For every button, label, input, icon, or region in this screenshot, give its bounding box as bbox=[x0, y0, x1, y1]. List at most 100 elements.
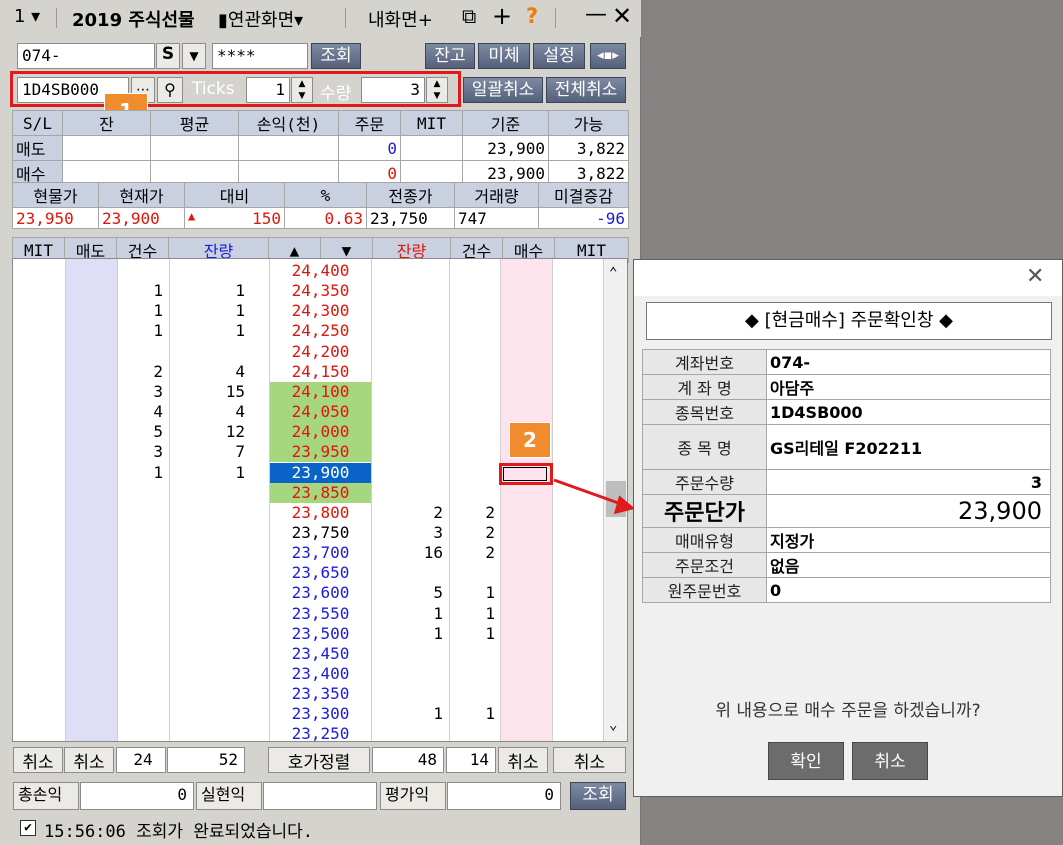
position-cell bbox=[62, 135, 151, 161]
confirm-button[interactable]: 확인 bbox=[768, 742, 844, 780]
order-book-row: 23,450 bbox=[13, 644, 603, 664]
price-cell[interactable]: 24,250 bbox=[270, 321, 371, 341]
sell-quantity bbox=[169, 644, 245, 664]
price-cell[interactable]: 23,500 bbox=[270, 624, 371, 644]
buy-quantity bbox=[371, 442, 443, 462]
sell-quantity bbox=[169, 583, 245, 603]
quantity-input[interactable]: 3 bbox=[361, 77, 425, 103]
sell-count bbox=[117, 624, 163, 644]
search-icon[interactable]: ⚲ bbox=[157, 77, 183, 103]
price-cell[interactable]: 23,600 bbox=[270, 583, 371, 603]
order-book-row: 3 15 24,100 bbox=[13, 381, 603, 402]
price-cell[interactable]: 23,550 bbox=[270, 604, 371, 624]
position-base: 23,900 bbox=[462, 135, 549, 161]
price-cell[interactable]: 23,900 bbox=[270, 462, 371, 483]
price-cell[interactable]: 23,850 bbox=[270, 482, 371, 503]
order-book-row: 23,500 1 1 bbox=[13, 624, 603, 644]
position-table: S/L 잔 평균 손익(천) 주문 MIT 기준 가능 매도 0 23,900 3,822 매수 0 2… bbox=[12, 110, 629, 186]
add-icon[interactable]: + bbox=[492, 2, 512, 30]
price-cell[interactable]: 24,400 bbox=[270, 261, 371, 281]
sell-quantity bbox=[169, 704, 245, 724]
cancel-buy-mit-button[interactable]: 취소 bbox=[553, 747, 626, 773]
order-book-row: 1 1 24,350 bbox=[13, 281, 603, 301]
position-mit bbox=[400, 135, 463, 161]
quantity-stepper[interactable]: ▲ ▼ bbox=[426, 77, 448, 103]
price-cell[interactable]: 24,350 bbox=[270, 281, 371, 301]
expand-icon[interactable]: ◂▪▸ bbox=[590, 43, 626, 69]
status-message: 15:56:06 조회가 완료되었습니다. bbox=[44, 822, 313, 842]
quote-header: 전종가 bbox=[366, 182, 455, 208]
pnl-inquiry-button[interactable]: 조회 bbox=[570, 782, 626, 810]
total-pnl-label: 총손익 bbox=[13, 782, 79, 810]
position-header: 주문 bbox=[338, 110, 401, 136]
buy-quantity: 3 bbox=[433, 522, 443, 542]
cancel-sell-mit-button[interactable]: 취소 bbox=[13, 747, 63, 773]
price-cell[interactable]: 23,750 bbox=[270, 523, 371, 543]
menu-number[interactable]: 1 ▾ bbox=[14, 6, 40, 27]
sell-quantity: 15 bbox=[225, 381, 245, 401]
price-cell[interactable]: 24,200 bbox=[270, 342, 371, 362]
balance-button[interactable]: 잔고 bbox=[425, 43, 475, 69]
confirm-question: 위 내용으로 매수 주문을 하겠습니까? bbox=[715, 701, 981, 721]
price-cell[interactable]: 24,050 bbox=[270, 402, 371, 423]
order-book-row: 2 4 24,150 bbox=[13, 362, 603, 382]
scroll-up-icon[interactable]: ⌃ bbox=[609, 265, 617, 281]
sell-quantity bbox=[169, 503, 245, 523]
price-cell[interactable]: 23,450 bbox=[270, 644, 371, 664]
price-cell[interactable]: 23,350 bbox=[270, 684, 371, 704]
price-cell[interactable]: 24,000 bbox=[270, 422, 371, 443]
sort-quotes-button[interactable]: 호가정렬 bbox=[268, 747, 370, 773]
price-cell[interactable]: 23,700 bbox=[270, 543, 371, 563]
cancel-buy-button[interactable]: 취소 bbox=[498, 747, 548, 773]
account-input[interactable]: 074- bbox=[17, 43, 155, 69]
price-cell[interactable]: 23,650 bbox=[270, 563, 371, 583]
order-confirm-dialog: ✕ ◆ [현금매수] 주문확인창 ◆ 계좌번호 074- 계 좌 명 아담주 종목번호 1… bbox=[633, 259, 1063, 797]
price-cell[interactable]: 24,100 bbox=[270, 381, 371, 402]
price-cell[interactable]: 23,800 bbox=[270, 503, 371, 523]
dialog-close-icon[interactable]: ✕ bbox=[1026, 264, 1044, 289]
sell-count bbox=[117, 704, 163, 724]
confirm-label: 종목번호 bbox=[642, 399, 767, 425]
password-input[interactable]: **** bbox=[212, 43, 308, 69]
order-book-row: 23,550 1 1 bbox=[13, 604, 603, 624]
confirm-label: 주문단가 bbox=[642, 494, 767, 528]
price-cell[interactable]: 24,300 bbox=[270, 301, 371, 321]
realized-pnl-label: 실현익 bbox=[196, 782, 262, 810]
buy-count: 1 bbox=[485, 603, 495, 623]
confirm-row: 주문조건 없음 bbox=[642, 552, 1051, 578]
ticks-input[interactable]: 1 bbox=[246, 77, 290, 103]
cancel-all-button[interactable]: 전체취소 bbox=[546, 77, 626, 103]
minimize-icon[interactable]: — bbox=[585, 2, 607, 27]
sell-count: 1 bbox=[153, 301, 163, 321]
sell-count-total: 24 bbox=[116, 747, 166, 773]
position-header: S/L bbox=[12, 110, 63, 136]
sell-count bbox=[117, 664, 163, 684]
buy-quantity bbox=[371, 362, 443, 382]
inquiry-button[interactable]: 조회 bbox=[311, 43, 361, 69]
scroll-down-icon[interactable]: ⌄ bbox=[609, 717, 617, 733]
sell-quantity bbox=[169, 604, 245, 624]
settings-button[interactable]: 설정 bbox=[533, 43, 585, 69]
buy-count bbox=[449, 724, 495, 741]
cancel-sell-button[interactable]: 취소 bbox=[64, 747, 114, 773]
account-dropdown-icon[interactable]: ▼ bbox=[182, 43, 206, 69]
cancel-batch-button[interactable]: 일괄취소 bbox=[463, 77, 543, 103]
confirm-row: 계좌번호 074- bbox=[642, 349, 1051, 375]
account-type-selector[interactable]: S bbox=[156, 43, 180, 69]
buy-quantity: 5 bbox=[433, 583, 443, 603]
window-capture-icon[interactable]: ⧉ bbox=[462, 4, 476, 28]
position-side: 매도 bbox=[12, 135, 63, 161]
price-cell[interactable]: 23,950 bbox=[270, 442, 371, 463]
buy-quantity bbox=[371, 664, 443, 684]
linked-screen-menu[interactable]: ▮연관화면▾ bbox=[218, 6, 303, 32]
price-cell[interactable]: 23,250 bbox=[270, 724, 371, 741]
help-icon[interactable]: ? bbox=[526, 4, 538, 28]
dialog-cancel-button[interactable]: 취소 bbox=[852, 742, 928, 780]
price-cell[interactable]: 23,300 bbox=[270, 704, 371, 724]
unfilled-button[interactable]: 미체 bbox=[478, 43, 530, 69]
close-icon[interactable]: ✕ bbox=[612, 2, 632, 30]
my-screen-menu[interactable]: 내화면+ bbox=[368, 6, 433, 32]
ticks-stepper[interactable]: ▲ ▼ bbox=[291, 77, 313, 103]
price-cell[interactable]: 23,400 bbox=[270, 664, 371, 684]
price-cell[interactable]: 24,150 bbox=[270, 362, 371, 382]
